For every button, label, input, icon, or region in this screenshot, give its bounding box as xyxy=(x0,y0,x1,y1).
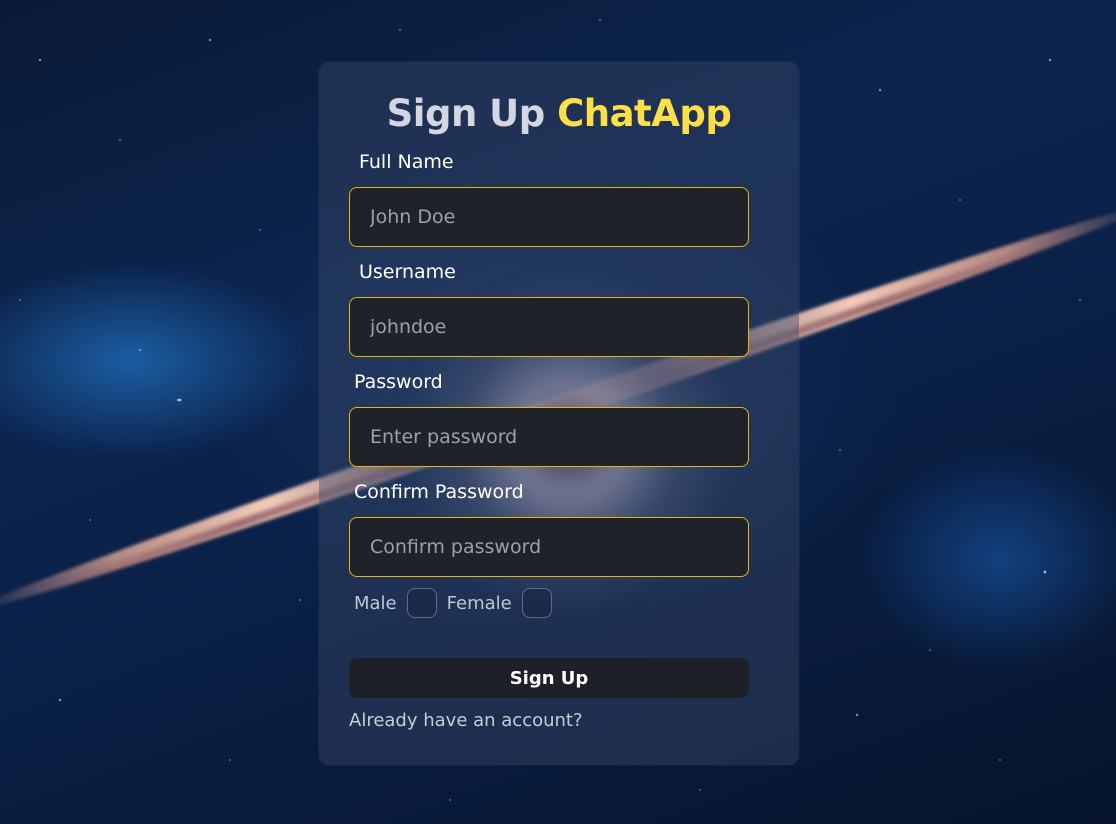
signup-card: Sign Up ChatApp Full Name Username Passw… xyxy=(319,62,799,765)
password-label: Password xyxy=(354,371,443,393)
gender-male-checkbox[interactable] xyxy=(406,588,437,618)
gender-female-label: Female xyxy=(446,592,512,614)
gender-male-label: Male xyxy=(354,592,397,614)
username-input[interactable] xyxy=(349,297,749,357)
full-name-input[interactable] xyxy=(349,187,749,247)
password-input[interactable] xyxy=(349,407,749,467)
confirm-password-label: Confirm Password xyxy=(354,481,524,503)
signup-button[interactable]: Sign Up xyxy=(349,658,749,698)
gender-female-checkbox[interactable] xyxy=(521,588,552,618)
login-link[interactable]: Already have an account? xyxy=(349,710,583,731)
gender-selector: Male Female xyxy=(354,588,562,618)
confirm-password-input[interactable] xyxy=(349,517,749,577)
username-label: Username xyxy=(359,261,456,283)
page-title: Sign Up ChatApp xyxy=(319,92,799,135)
title-prefix: Sign Up xyxy=(386,92,546,135)
full-name-label: Full Name xyxy=(359,151,454,173)
title-brand: ChatApp xyxy=(557,92,732,135)
